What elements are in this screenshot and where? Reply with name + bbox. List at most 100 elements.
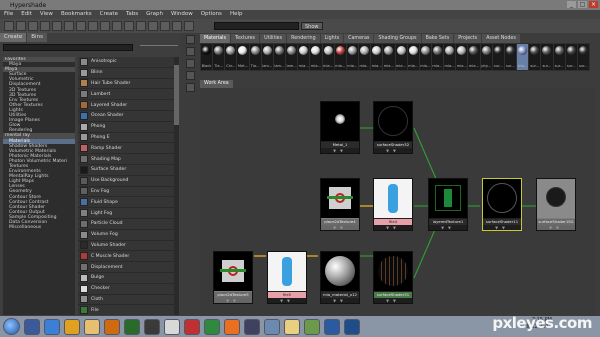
tab-textures[interactable]: Textures: [231, 34, 260, 43]
tab-projects[interactable]: Projects: [454, 34, 482, 43]
toolbar-button[interactable]: [16, 21, 26, 31]
material-swatch[interactable]: Met...: [237, 44, 249, 70]
graph-node[interactable]: surfaceShader11 ▼▼: [482, 178, 522, 231]
material-swatch[interactable]: mia...: [456, 44, 468, 70]
menu-item[interactable]: View: [40, 10, 53, 19]
material-swatch[interactable]: mia...: [359, 44, 371, 70]
node-expand-arrows[interactable]: ▼▼: [374, 148, 412, 153]
material-swatch[interactable]: sur...: [492, 44, 504, 70]
toolbar-button[interactable]: [148, 21, 158, 31]
node-type-item[interactable]: Lambert: [78, 89, 174, 101]
material-swatch[interactable]: Chr...: [225, 44, 237, 70]
tab-lights[interactable]: Lights: [320, 34, 344, 43]
tab-create[interactable]: Create: [0, 33, 27, 42]
list-scrollbar[interactable]: [174, 57, 179, 315]
menu-item[interactable]: Graph: [146, 10, 163, 19]
toolbar-button[interactable]: [64, 21, 74, 31]
node-type-item[interactable]: Blinn: [78, 68, 174, 79]
material-swatch[interactable]: Tia...: [249, 44, 261, 70]
taskbar-app-icon[interactable]: [224, 318, 240, 335]
node-type-item[interactable]: Cloth: [78, 295, 174, 306]
material-swatch[interactable]: mia...: [298, 44, 310, 70]
graph-node[interactable]: file5 ▼▼: [267, 251, 307, 304]
node-type-item[interactable]: Phong E: [78, 133, 174, 144]
material-swatch[interactable]: Tia...: [213, 44, 225, 70]
tab-cameras[interactable]: Cameras: [344, 34, 374, 43]
taskbar-app-icon[interactable]: [24, 318, 40, 335]
node-type-item[interactable]: Surface Shader: [78, 165, 174, 176]
node-type-item[interactable]: Ramp Shader: [78, 143, 174, 155]
toolbar-button[interactable]: [184, 21, 194, 31]
node-type-item[interactable]: Checker: [78, 284, 174, 295]
material-swatch[interactable]: lam...: [261, 44, 273, 70]
material-swatch[interactable]: mia...: [322, 44, 334, 70]
node-type-item[interactable]: Particle Cloud: [78, 219, 174, 230]
toolbar-button[interactable]: [136, 21, 146, 31]
material-swatch[interactable]: sur...: [529, 44, 541, 70]
material-swatch[interactable]: mia...: [310, 44, 322, 70]
node-expand-arrows[interactable]: ▼▼: [429, 225, 467, 230]
tab-work-area[interactable]: Work Area: [200, 80, 233, 88]
graph-node[interactable]: file4 ▼▼: [373, 178, 413, 231]
node-expand-arrows[interactable]: ▼▼: [321, 225, 359, 230]
graph-node[interactable]: surfaceShader1SG ▼▼: [536, 178, 576, 231]
material-swatch[interactable]: mia...: [444, 44, 456, 70]
taskbar-app-icon[interactable]: [304, 318, 320, 335]
tab-rendering[interactable]: Rendering: [287, 34, 320, 43]
node-type-item[interactable]: File: [78, 305, 174, 315]
graph-tool-button[interactable]: [186, 35, 195, 44]
material-swatch[interactable]: Black: [201, 44, 213, 70]
graph-node[interactable]: place2dTexture4 ▼▼: [320, 178, 360, 231]
node-type-item[interactable]: Displacement: [78, 262, 174, 273]
filter-input[interactable]: [3, 44, 133, 51]
graph-node[interactable]: layeredTexture1 ▼▼: [428, 178, 468, 231]
start-button[interactable]: [3, 318, 20, 335]
toolbar-button[interactable]: [100, 21, 110, 31]
material-swatch[interactable]: mia...: [383, 44, 395, 70]
node-expand-arrows[interactable]: ▼▼: [321, 148, 359, 153]
menu-item[interactable]: Help: [230, 10, 243, 19]
node-type-item[interactable]: Shading Map: [78, 154, 174, 165]
node-type-item[interactable]: Hair Tube Shader: [78, 79, 174, 90]
node-type-item[interactable]: Anisotropic: [78, 57, 174, 68]
menu-item[interactable]: Window: [171, 10, 193, 19]
toolbar-button[interactable]: [112, 21, 122, 31]
toolbar-button[interactable]: [76, 21, 86, 31]
node-type-item[interactable]: Fluid Shape: [78, 197, 174, 209]
graph-tool-button[interactable]: [186, 83, 195, 92]
tab-utilities[interactable]: Utilities: [260, 34, 287, 43]
material-swatch[interactable]: sur...: [541, 44, 553, 70]
material-swatch[interactable]: phy...: [480, 44, 492, 70]
toolbar-button[interactable]: [4, 21, 14, 31]
scroll-thumb[interactable]: [174, 65, 179, 125]
taskbar-app-icon[interactable]: [84, 318, 100, 335]
tab-asset-nodes[interactable]: Asset Nodes: [482, 34, 520, 43]
graph-node[interactable]: surfaceShader32 ▼▼: [373, 101, 413, 154]
taskbar-app-icon[interactable]: [44, 318, 60, 335]
menu-item[interactable]: File: [4, 10, 13, 19]
node-type-item[interactable]: Ocean Shader: [78, 111, 174, 122]
taskbar-app-icon[interactable]: [324, 318, 340, 335]
taskbar-app-icon[interactable]: [124, 318, 140, 335]
menu-item[interactable]: Bookmarks: [61, 10, 92, 19]
menu-item[interactable]: Tabs: [126, 10, 138, 19]
toolbar-button[interactable]: [52, 21, 62, 31]
node-type-item[interactable]: Env Fog: [78, 187, 174, 198]
material-swatch[interactable]: mia...: [407, 44, 419, 70]
taskbar-app-icon[interactable]: [264, 318, 280, 335]
material-swatch[interactable]: sur...: [577, 44, 589, 70]
graph-tool-button[interactable]: [186, 59, 195, 68]
tab-bins[interactable]: Bins: [27, 33, 47, 42]
toolbar-button[interactable]: [172, 21, 182, 31]
material-swatch[interactable]: mia...: [468, 44, 480, 70]
taskbar-app-icon[interactable]: [104, 318, 120, 335]
node-expand-arrows[interactable]: ▼▼: [537, 225, 575, 230]
maximize-button[interactable]: □: [578, 1, 587, 8]
taskbar-app-icon[interactable]: [344, 318, 360, 335]
graph-node[interactable]: mia_material_x12 ▼▼: [320, 251, 360, 304]
tree-item[interactable]: Miscellaneous: [3, 225, 75, 230]
tab-materials[interactable]: Materials: [200, 34, 230, 43]
material-swatch[interactable]: mia...: [346, 44, 359, 70]
node-type-item[interactable]: Use Background: [78, 176, 174, 187]
graph-node[interactable]: surfaceShader31 ▼▼: [373, 251, 413, 304]
